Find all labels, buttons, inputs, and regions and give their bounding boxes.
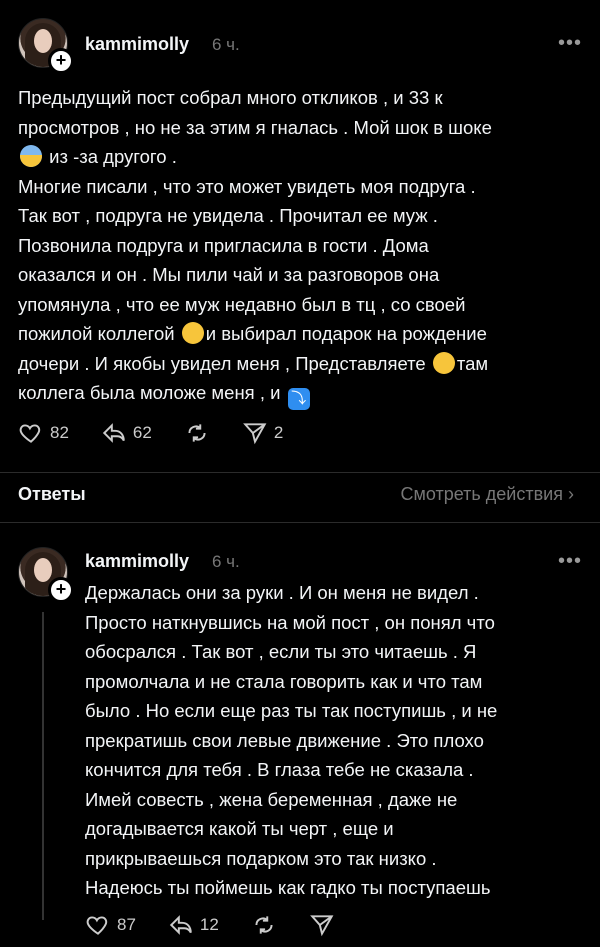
post-text: Предыдущий пост собрал много откликов , … <box>18 83 588 410</box>
share-icon <box>309 915 334 937</box>
username[interactable]: kammimolly <box>85 34 189 55</box>
post-text-line: коллега была моложе меня , и <box>18 382 281 403</box>
reply-button[interactable]: 12 <box>168 912 219 938</box>
post-text-line: из -за другого . <box>49 146 177 167</box>
post-text-line: просмотров , но не за этим я гналась . М… <box>18 116 492 138</box>
replies-header: Ответы Смотреть действия › <box>0 472 600 522</box>
heart-icon <box>19 424 41 443</box>
more-icon[interactable]: ••• <box>558 33 582 53</box>
like-count: 87 <box>117 915 136 934</box>
replies-title: Ответы <box>18 484 86 504</box>
post-text-line: оказался и он . Мы пили чай и за разгово… <box>18 264 440 285</box>
repost-button[interactable] <box>251 912 277 938</box>
slightly-frowning-face-emoji <box>432 351 455 374</box>
plus-icon[interactable]: + <box>48 48 74 74</box>
worried-face-emoji <box>181 322 204 344</box>
scared-face-emoji <box>20 145 42 167</box>
avatar-wrapper[interactable]: + <box>18 547 74 603</box>
reply-count: 62 <box>132 423 152 442</box>
post-actions: 82 62 2 <box>18 420 315 446</box>
view-activity-label: Смотреть действия <box>400 484 563 504</box>
reply-count: 12 <box>199 915 219 934</box>
heart-icon <box>86 916 108 935</box>
arrow-down-emoji: ⤵ <box>287 388 310 410</box>
post-text-line: пожилой коллегой <box>18 323 175 344</box>
like-button[interactable]: 87 <box>85 912 136 938</box>
share-icon <box>242 423 267 445</box>
avatar-wrapper[interactable]: + <box>18 18 74 74</box>
username[interactable]: kammimolly <box>85 551 189 572</box>
repost-icon <box>255 916 273 934</box>
post-text-line: упомянула , что ее муж недавно был в тц … <box>18 293 466 315</box>
post-time: 6 ч. <box>212 35 240 54</box>
divider <box>0 522 600 523</box>
more-icon[interactable]: ••• <box>558 551 582 571</box>
view-activity-link[interactable]: Смотреть действия › <box>401 484 574 505</box>
reply-text: Держалась они за руки . И он меня не вид… <box>85 582 498 898</box>
reply-icon <box>102 423 125 443</box>
post-text-line: Так вот , подруга не увидела . Прочитал … <box>18 205 438 226</box>
post-text-line: дочери . И якобы увидел меня , Представл… <box>18 352 426 374</box>
reply-actions: 87 12 <box>85 912 367 938</box>
post-text-line: Многие писали , что это может увидеть мо… <box>18 175 476 197</box>
share-count: 2 <box>273 423 284 442</box>
repost-button[interactable] <box>184 420 210 446</box>
repost-icon <box>188 424 206 442</box>
post-text-line: Позвонила подруга и пригласила в гости .… <box>18 234 429 256</box>
like-button[interactable]: 82 <box>18 420 69 446</box>
post-text-line: Предыдущий пост собрал много откликов , … <box>18 87 443 108</box>
post-time: 6 ч. <box>212 552 240 571</box>
thread-line <box>42 612 44 920</box>
share-button[interactable]: 2 <box>242 420 283 446</box>
post-text-line: там <box>456 352 489 374</box>
like-count: 82 <box>50 423 69 442</box>
post-text-line: и выбирал подарок на рождение <box>205 323 487 344</box>
share-button[interactable] <box>309 912 335 938</box>
reply-icon <box>169 915 192 935</box>
chevron-right-icon: › <box>568 484 574 504</box>
plus-icon[interactable]: + <box>48 577 74 603</box>
reply-button[interactable]: 62 <box>101 420 152 446</box>
